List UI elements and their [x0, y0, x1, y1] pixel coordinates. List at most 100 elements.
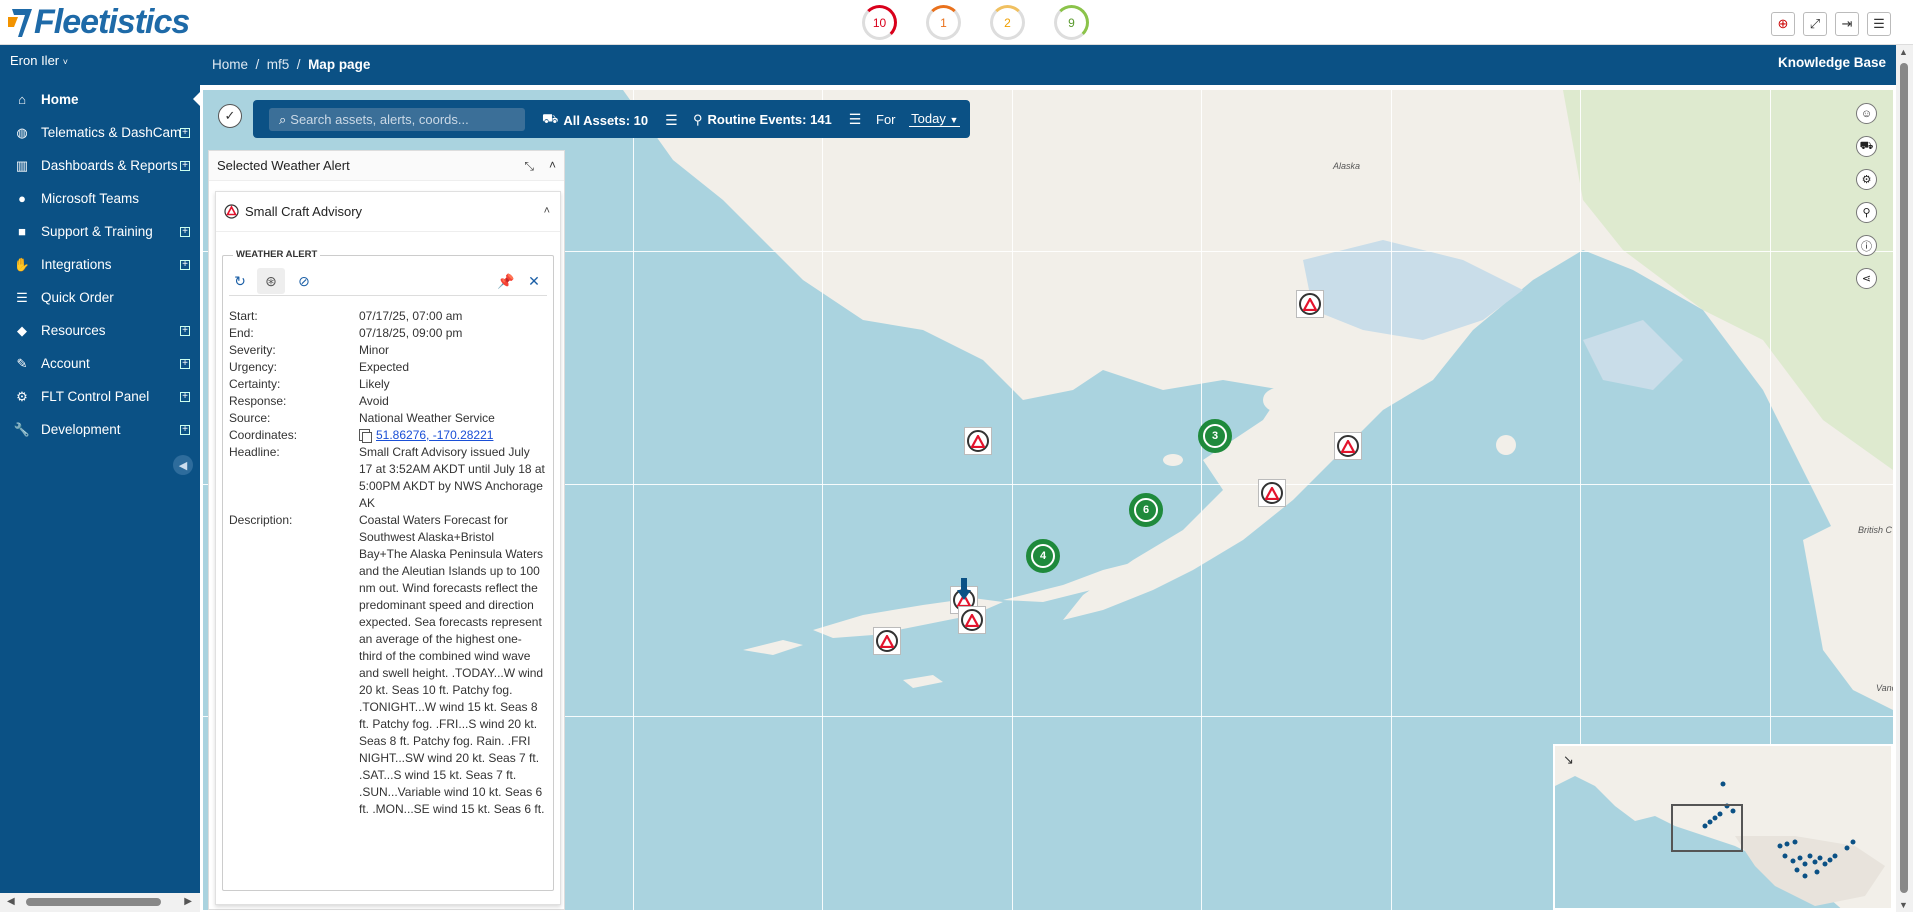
location-pin-icon[interactable]: ⚲: [1856, 202, 1877, 223]
sidebar-item-integrations[interactable]: ✋ Integrations +: [0, 248, 200, 281]
pin-icon[interactable]: 📌: [495, 270, 517, 292]
page-scrollbar[interactable]: ▲ ▼: [1896, 45, 1913, 912]
counter-critical[interactable]: 10: [862, 5, 897, 40]
sidebar-item-label: Dashboards & Reports: [41, 158, 178, 173]
sidebar-item-dashboards[interactable]: ▥ Dashboards & Reports +: [0, 149, 200, 182]
collapse-sidebar-icon[interactable]: ◀: [173, 455, 193, 475]
date-range-value: Today: [911, 111, 946, 126]
car-icon[interactable]: ⛟: [1856, 136, 1877, 157]
sidebar-item-label: Microsoft Teams: [41, 191, 140, 206]
asset-cluster[interactable]: 3: [1198, 419, 1232, 453]
weather-alert-marker[interactable]: [1258, 479, 1286, 507]
caret-down-icon: ▼: [949, 115, 959, 125]
date-range-select[interactable]: Today ▼: [909, 111, 961, 127]
top-icons: ⊕ ⤢ ⇥ ☰: [1771, 12, 1891, 36]
share-icon[interactable]: ⋖: [1856, 268, 1877, 289]
minimap-toggle-icon[interactable]: ↘: [1563, 752, 1574, 768]
check-circle-icon[interactable]: ✓: [218, 104, 242, 128]
search-icon: ⌕: [279, 111, 287, 127]
scrollbar-thumb[interactable]: [1900, 63, 1908, 893]
alert-title: Small Craft Advisory: [245, 204, 363, 219]
chevron-up-icon[interactable]: ˄: [549, 158, 556, 172]
user-menu[interactable]: Eron Iler ˅: [10, 53, 68, 68]
weather-alert-marker[interactable]: [958, 606, 986, 634]
search-input[interactable]: ⌕ Search assets, alerts, coords...: [269, 108, 525, 131]
grid-line: [1391, 90, 1392, 910]
gear-icon[interactable]: ⚙: [1856, 169, 1877, 190]
handshake-icon: ✋: [13, 256, 31, 272]
sidebar-item-label: Integrations: [41, 257, 112, 272]
grid-line: [633, 90, 634, 910]
coordinates-link[interactable]: 51.86276, -170.28221: [376, 428, 493, 442]
zoom-to-alert-icon[interactable]: ⊛: [257, 268, 285, 294]
map-label-british-columbia: British C: [1858, 525, 1893, 535]
sidebar-item-quick-order[interactable]: ☰ Quick Order: [0, 281, 200, 314]
close-icon[interactable]: ✕: [523, 270, 545, 292]
scroll-up-icon[interactable]: ▲: [1899, 47, 1908, 57]
sidebar-item-account[interactable]: ✎ Account +: [0, 347, 200, 380]
detail-value: Likely: [359, 377, 390, 391]
weather-alert-marker[interactable]: [1334, 432, 1362, 460]
sidebar-scrollbar[interactable]: ◀ ▶: [0, 893, 200, 912]
sidebar-item-label: Resources: [41, 323, 106, 338]
chevron-up-icon[interactable]: ˄: [544, 205, 550, 217]
detail-key: Urgency:: [229, 360, 278, 374]
scroll-down-icon[interactable]: ▼: [1899, 900, 1908, 910]
sidebar-item-support[interactable]: ■ Support & Training +: [0, 215, 200, 248]
detail-key: End:: [229, 326, 254, 340]
fullscreen-icon[interactable]: ⤢: [1803, 12, 1827, 36]
overview-minimap[interactable]: ↘: [1553, 744, 1893, 910]
detail-key: Source:: [229, 411, 271, 425]
logo[interactable]: Fleetistics: [8, 2, 190, 42]
compress-icon[interactable]: ⤡: [524, 159, 534, 174]
asset-cluster[interactable]: 6: [1129, 493, 1163, 527]
sidebar-item-flt-control-panel[interactable]: ⚙ FLT Control Panel +: [0, 380, 200, 413]
copy-icon[interactable]: [359, 429, 372, 443]
scroll-right-icon[interactable]: ▶: [184, 896, 192, 907]
date-range-selector[interactable]: For Today ▼: [876, 111, 961, 127]
detail-row: Certainty: Likely: [229, 376, 549, 393]
smile-icon[interactable]: ☺: [1856, 103, 1877, 124]
expand-icon: +: [180, 325, 190, 336]
filter-icon[interactable]: ☰: [665, 112, 681, 129]
counter-value: 1: [940, 15, 947, 30]
sidebar-item-home[interactable]: ⌂ Home: [0, 83, 201, 116]
breadcrumb-home[interactable]: Home: [212, 57, 248, 72]
warning-triangle-icon: [1341, 439, 1355, 453]
sidebar-item-development[interactable]: 🔧 Development +: [0, 413, 200, 446]
scroll-left-icon[interactable]: ◀: [7, 896, 15, 907]
filter-icon[interactable]: ☰: [849, 111, 865, 128]
detail-row: Response: Avoid: [229, 393, 549, 410]
breadcrumb: Home / mf5 / Map page: [212, 57, 371, 72]
asset-cluster[interactable]: 4: [1026, 539, 1060, 573]
detail-row: Source: National Weather Service: [229, 410, 549, 427]
scrollbar-thumb[interactable]: [26, 898, 161, 906]
counter-low[interactable]: 9: [1054, 5, 1089, 40]
events-filter[interactable]: ⚲ Routine Events: 141 ☰: [693, 111, 865, 128]
sidebar-item-telematics[interactable]: ◍ Telematics & DashCam +: [0, 116, 200, 149]
selected-location-pin-icon[interactable]: [957, 578, 971, 600]
detail-row-coordinates: Coordinates: 51.86276, -170.28221: [229, 427, 549, 444]
plus-circle-icon[interactable]: ⊕: [1771, 12, 1795, 36]
breadcrumb-mf5[interactable]: mf5: [267, 57, 290, 72]
sidebar-item-label: Account: [41, 356, 90, 371]
counter-high[interactable]: 1: [926, 5, 961, 40]
weather-alert-marker[interactable]: [1296, 290, 1324, 318]
cluster-count: 4: [1031, 544, 1055, 568]
info-icon[interactable]: ⓘ: [1856, 235, 1877, 256]
alert-card-header[interactable]: Small Craft Advisory ˄: [216, 192, 560, 232]
sidebar-item-resources[interactable]: ◆ Resources +: [0, 314, 200, 347]
top-bar: Fleetistics 10 1 2 9 ⊕ ⤢ ⇥ ☰: [0, 0, 1913, 45]
assets-filter[interactable]: ⛟ All Assets: 10 ☰: [542, 111, 681, 129]
refresh-icon[interactable]: ↻: [229, 270, 251, 292]
weather-alert-marker[interactable]: [873, 627, 901, 655]
weather-alert-marker[interactable]: [964, 427, 992, 455]
sidebar-item-teams[interactable]: ● Microsoft Teams: [0, 182, 200, 215]
headline-value: Small Craft Advisory issued July 17 at 3…: [359, 445, 545, 510]
ban-icon[interactable]: ⊘: [293, 270, 315, 292]
logout-icon[interactable]: ⇥: [1835, 12, 1859, 36]
knowledge-base-link[interactable]: Knowledge Base: [1778, 55, 1886, 70]
minimap-viewport[interactable]: [1671, 804, 1743, 852]
menu-icon[interactable]: ☰: [1867, 12, 1891, 36]
counter-medium[interactable]: 2: [990, 5, 1025, 40]
